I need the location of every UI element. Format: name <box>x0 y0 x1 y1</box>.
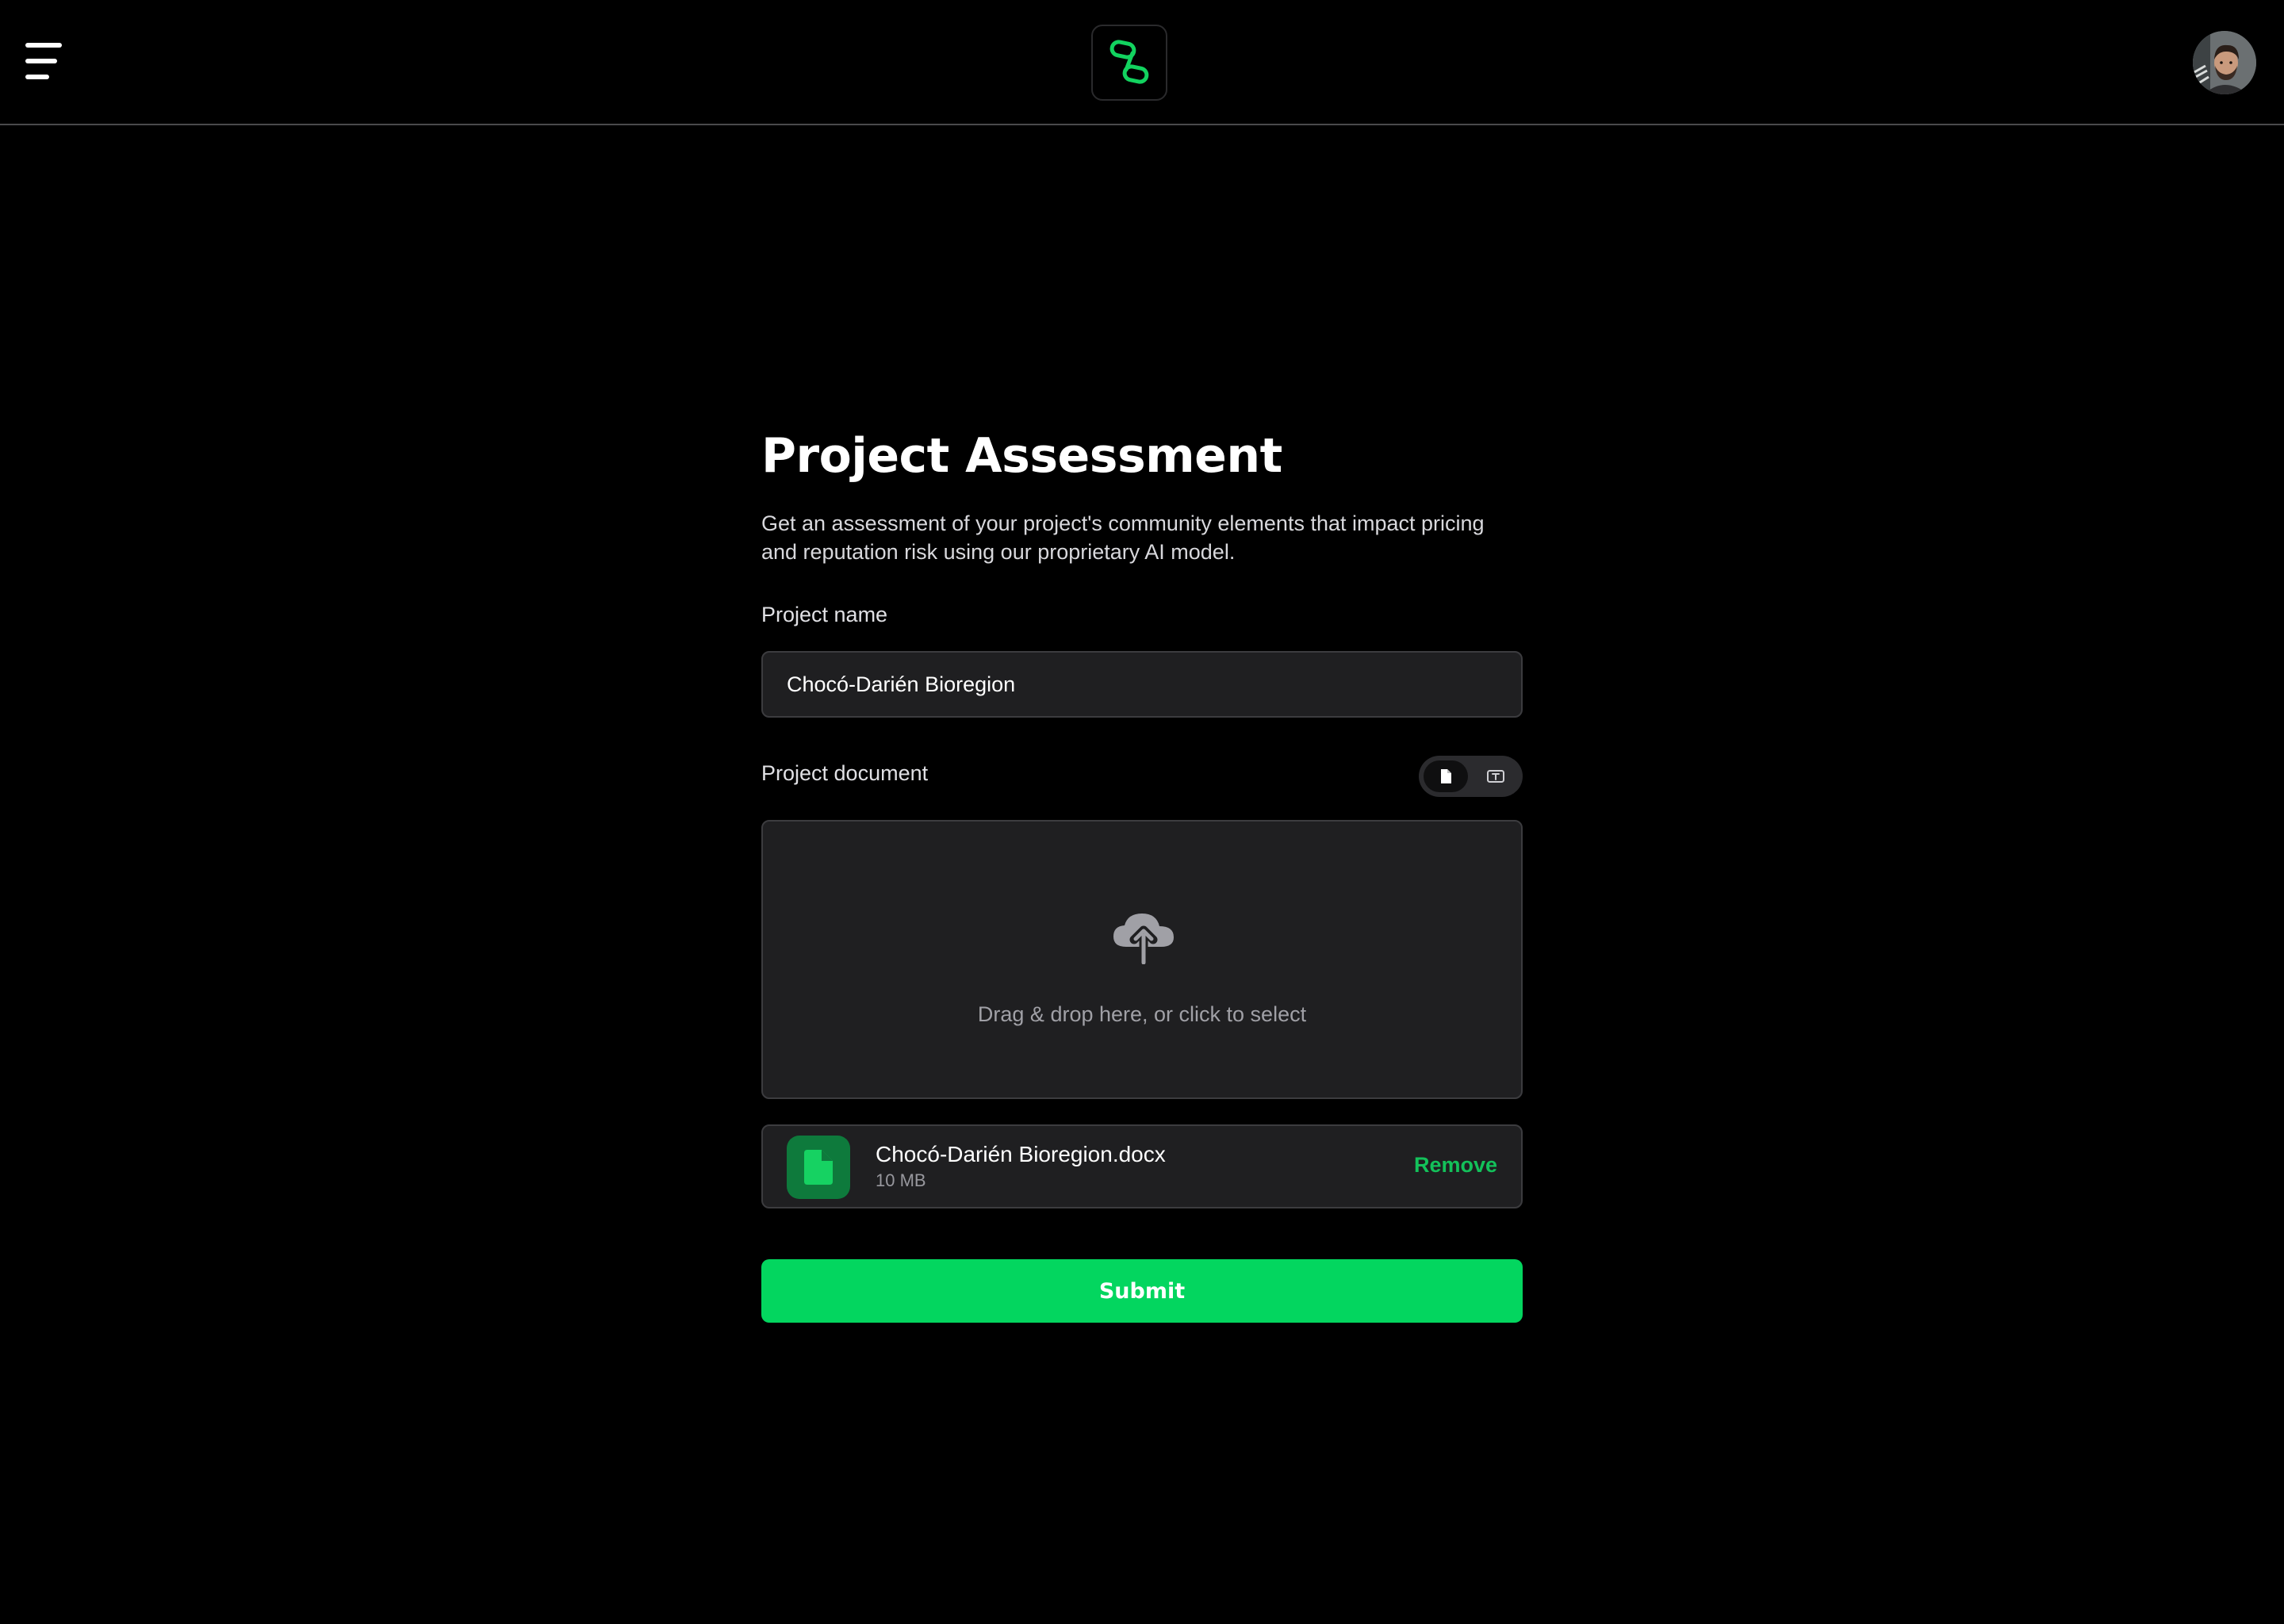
cloud-upload-icon <box>1113 914 1174 964</box>
file-name: Chocó-Darién Bioregion.docx <box>876 1142 1166 1166</box>
dropzone-hint: Drag & drop here, or click to select <box>977 1002 1307 1026</box>
page-description: Get an assessment of your project's comm… <box>761 511 1485 564</box>
uploaded-file-card: Chocó-Darién Bioregion.docx 10 MB Remove <box>761 1124 1523 1208</box>
project-name-input[interactable] <box>761 651 1523 718</box>
project-document-label: Project document <box>761 761 929 785</box>
top-navigation-bar <box>0 0 2284 125</box>
file-icon <box>1441 769 1451 783</box>
project-name-label: Project name <box>761 603 888 626</box>
chain-link-logo-icon[interactable] <box>1091 25 1167 101</box>
file-size: 10 MB <box>876 1170 926 1190</box>
hamburger-menu-icon[interactable] <box>21 38 71 89</box>
file-mode-option[interactable] <box>1424 760 1468 792</box>
submit-button[interactable]: Submit <box>761 1259 1523 1323</box>
document-icon <box>787 1136 850 1199</box>
remove-file-button[interactable]: Remove <box>1414 1153 1497 1178</box>
text-mode-option[interactable] <box>1473 760 1517 792</box>
file-dropzone[interactable]: Drag & drop here, or click to select <box>761 820 1523 1099</box>
document-input-mode-toggle <box>1419 756 1523 797</box>
page-title: Project Assessment <box>761 428 1282 484</box>
user-avatar[interactable] <box>2193 31 2256 94</box>
text-box-icon <box>1487 770 1504 783</box>
